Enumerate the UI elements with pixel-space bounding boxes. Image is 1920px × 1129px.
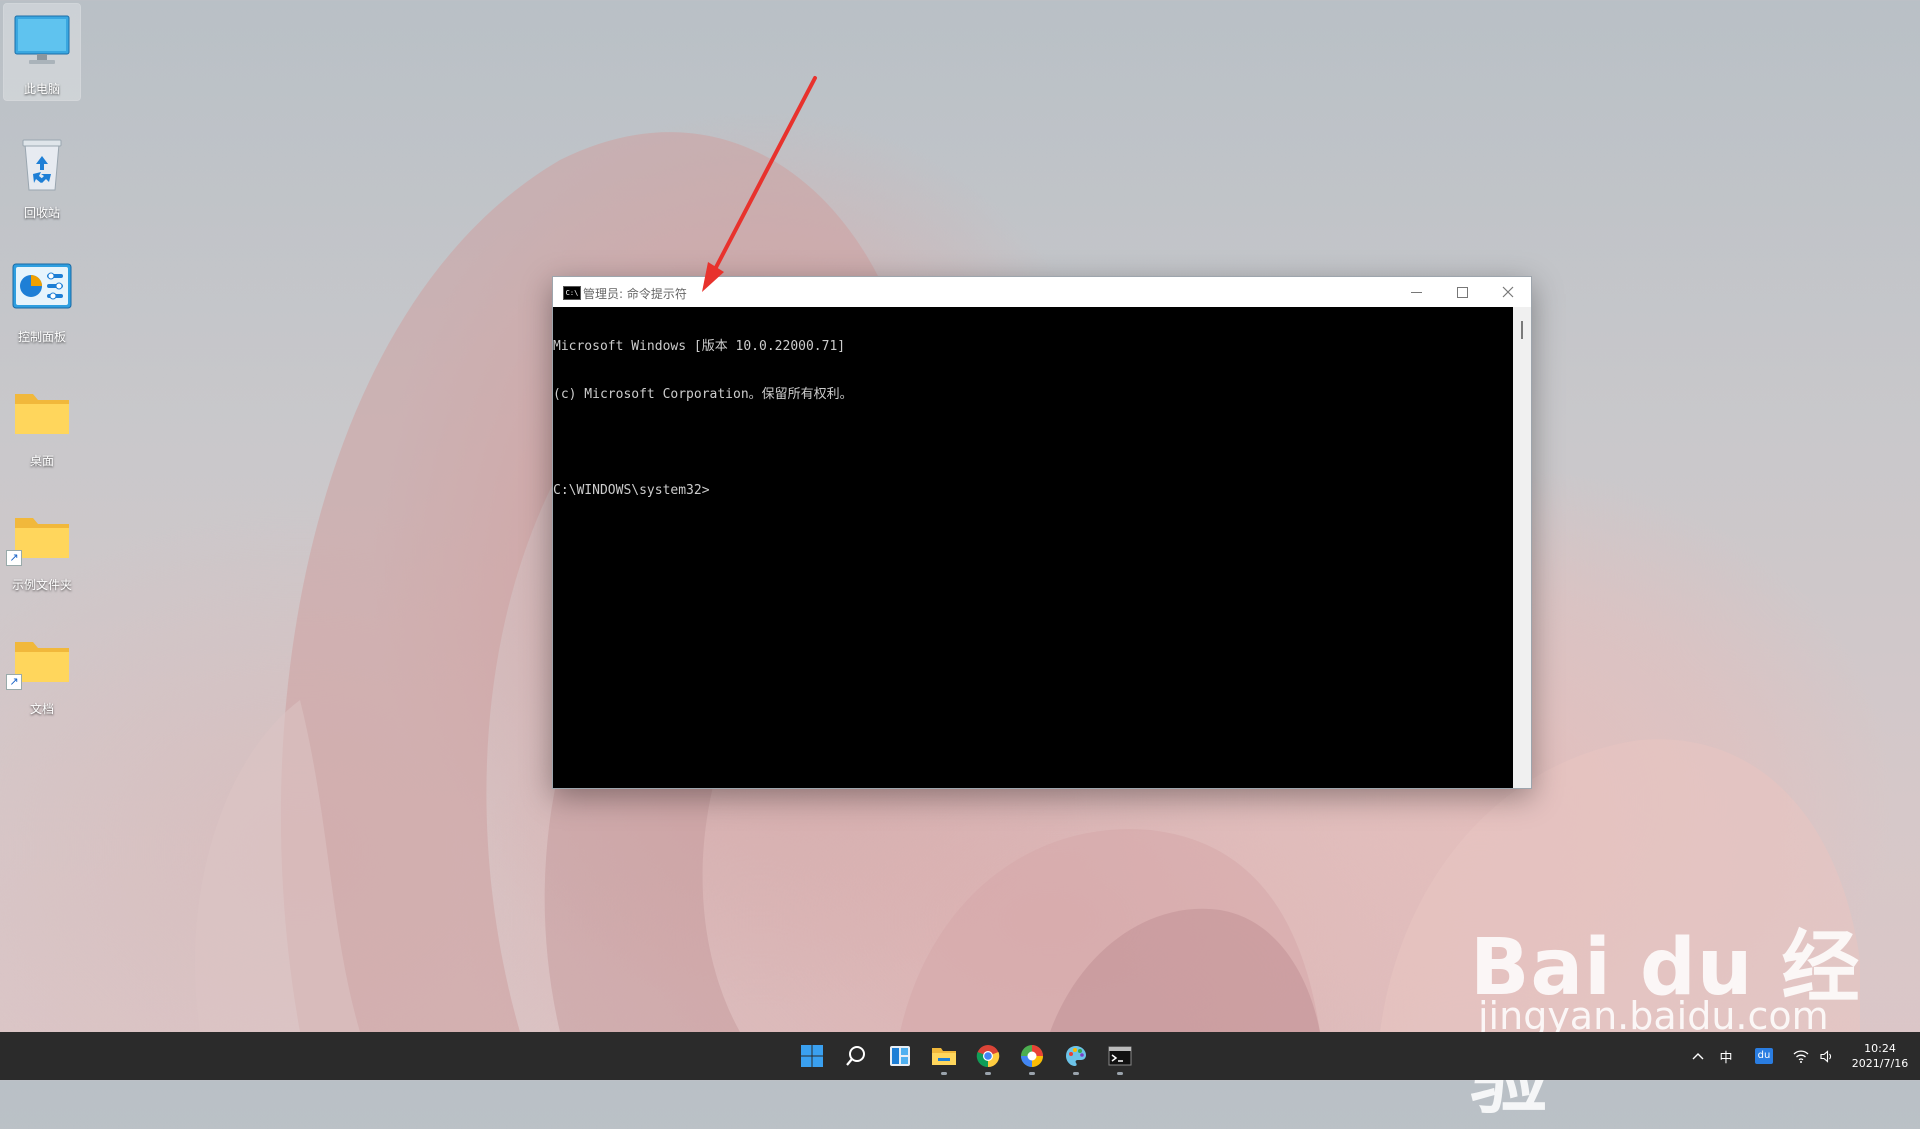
search-button[interactable] xyxy=(836,1040,876,1072)
terminal-icon xyxy=(1108,1046,1132,1066)
taskbar: 中 du 10:24 2021/7/16 xyxy=(0,1032,1920,1080)
taskbar-clock[interactable]: 10:24 2021/7/16 xyxy=(1844,1041,1916,1071)
paint-icon xyxy=(1066,1046,1086,1066)
color-browser-icon xyxy=(1021,1045,1043,1067)
chevron-up-icon xyxy=(1692,1053,1704,1060)
wifi-icon xyxy=(1793,1049,1809,1063)
baidu-tray-icon: du xyxy=(1755,1048,1773,1064)
annotation-arrow xyxy=(702,76,817,292)
file-explorer-icon xyxy=(932,1048,956,1065)
windows-start-icon xyxy=(801,1045,823,1067)
terminal-button[interactable] xyxy=(1100,1040,1140,1075)
clock-time: 10:24 xyxy=(1864,1042,1896,1055)
speaker-icon xyxy=(1820,1049,1832,1063)
color-browser-button[interactable] xyxy=(1012,1040,1052,1075)
start-button[interactable] xyxy=(792,1040,832,1072)
search-icon xyxy=(846,1046,865,1066)
chrome-icon xyxy=(976,1045,1000,1068)
network-button[interactable] xyxy=(1788,1032,1814,1080)
tray-overflow-button[interactable] xyxy=(1684,1032,1712,1080)
widgets-icon xyxy=(890,1046,910,1066)
file-explorer-button[interactable] xyxy=(924,1040,964,1075)
running-indicator xyxy=(985,1072,991,1075)
chrome-button[interactable] xyxy=(968,1040,1008,1075)
paint-button[interactable] xyxy=(1056,1040,1096,1075)
clock-date: 2021/7/16 xyxy=(1851,1057,1909,1070)
ime-indicator[interactable]: 中 xyxy=(1712,1032,1740,1080)
baidu-tray-button[interactable]: du xyxy=(1748,1032,1780,1080)
volume-button[interactable] xyxy=(1814,1032,1840,1080)
running-indicator xyxy=(1029,1072,1035,1075)
widgets-button[interactable] xyxy=(880,1040,920,1072)
running-indicator xyxy=(1117,1072,1123,1075)
running-indicator xyxy=(1073,1072,1079,1075)
running-indicator xyxy=(941,1072,947,1075)
